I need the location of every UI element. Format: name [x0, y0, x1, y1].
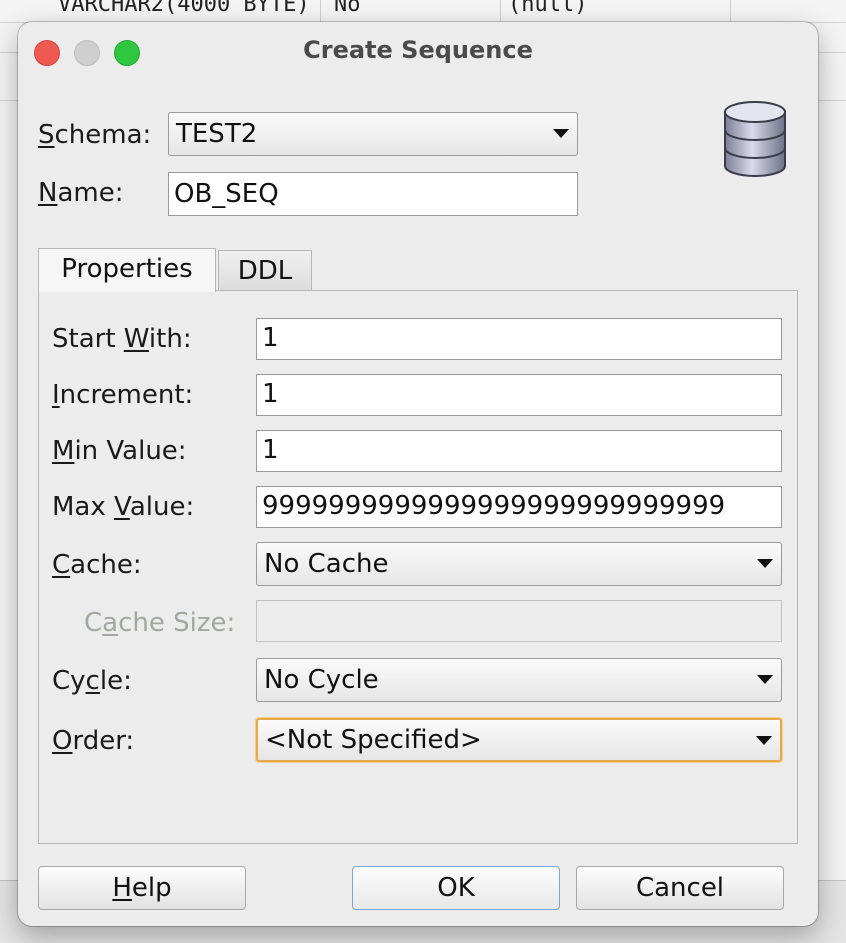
schema-label-text: chema: — [54, 120, 152, 150]
min-value-label: Min Value: — [52, 436, 187, 466]
cache-size-input — [256, 600, 782, 642]
label-text: in Value: — [74, 436, 187, 466]
label-mnemonic: a — [102, 608, 119, 638]
chevron-down-icon — [757, 675, 773, 684]
start-with-label: Start With: — [52, 324, 192, 354]
cycle-select[interactable]: No Cycle — [256, 658, 782, 702]
label-text: Max — [52, 492, 115, 522]
cycle-value: No Cycle — [264, 665, 379, 695]
cancel-button[interactable]: Cancel — [576, 866, 784, 910]
cache-label: Cache: — [52, 550, 142, 580]
label-text: alue: — [129, 492, 195, 522]
cache-size-label: Cache Size: — [84, 608, 235, 638]
label-text: che Size: — [118, 608, 236, 638]
max-value-label: Max Value: — [52, 492, 194, 522]
increment-label: Increment: — [52, 380, 193, 410]
label-mnemonic: O — [52, 726, 73, 756]
table-cell: No — [334, 0, 361, 17]
order-value: <Not Specified> — [265, 725, 482, 755]
name-mnemonic: N — [38, 178, 58, 208]
help-button[interactable]: Help — [38, 866, 246, 910]
label-mnemonic: I — [52, 380, 60, 410]
min-value-input[interactable]: 1 — [256, 430, 782, 472]
order-select[interactable]: <Not Specified> — [256, 718, 782, 762]
label-text: Start — [52, 324, 124, 354]
table-cell: VARCHAR2(4000 BYTE) — [58, 0, 310, 17]
name-input[interactable]: OB_SEQ — [168, 172, 578, 216]
tab-properties[interactable]: Properties — [38, 248, 216, 292]
schema-mnemonic: S — [38, 120, 55, 150]
chevron-down-icon — [553, 129, 569, 138]
name-label: Name: — [38, 178, 123, 208]
label-text: ith: — [148, 324, 192, 354]
table-cell: (null) — [508, 0, 588, 17]
start-with-input[interactable]: 1 — [256, 318, 782, 360]
name-label-text: ame: — [57, 178, 124, 208]
cache-select[interactable]: No Cache — [256, 542, 782, 586]
label-text: C — [84, 608, 103, 638]
label-text: Cy — [52, 666, 86, 696]
label-mnemonic: W — [123, 324, 149, 354]
label-text: le: — [99, 666, 132, 696]
dialog-title: Create Sequence — [303, 36, 533, 64]
label-mnemonic: C — [52, 550, 71, 580]
schema-label: Schema: — [38, 120, 151, 150]
title-bar[interactable]: Create Sequence — [18, 22, 818, 80]
label-mnemonic: M — [52, 436, 75, 466]
database-icon — [724, 101, 786, 177]
create-sequence-dialog: Create Sequence Schema: TEST2 Name: OB_S… — [18, 22, 818, 926]
schema-value: TEST2 — [176, 119, 258, 149]
table-row: VARCHAR2(4000 BYTE) No (null) — [0, 0, 846, 23]
chevron-down-icon — [757, 559, 773, 568]
cache-value: No Cache — [264, 549, 389, 579]
increment-input[interactable]: 1 — [256, 374, 782, 416]
label-mnemonic: c — [85, 666, 100, 696]
cycle-label: Cycle: — [52, 666, 132, 696]
label-mnemonic: V — [114, 492, 130, 522]
tab-ddl[interactable]: DDL — [218, 250, 312, 292]
label-text: ache: — [70, 550, 142, 580]
schema-select[interactable]: TEST2 — [168, 112, 578, 156]
help-label: elp — [131, 873, 172, 903]
ok-button[interactable]: OK — [352, 866, 560, 910]
max-value-input[interactable]: 9999999999999999999999999999 — [256, 486, 782, 528]
order-label: Order: — [52, 726, 134, 756]
chevron-down-icon — [756, 736, 772, 745]
label-text: ncrement: — [59, 380, 194, 410]
help-mnemonic: H — [112, 873, 132, 903]
label-text: rder: — [72, 726, 135, 756]
